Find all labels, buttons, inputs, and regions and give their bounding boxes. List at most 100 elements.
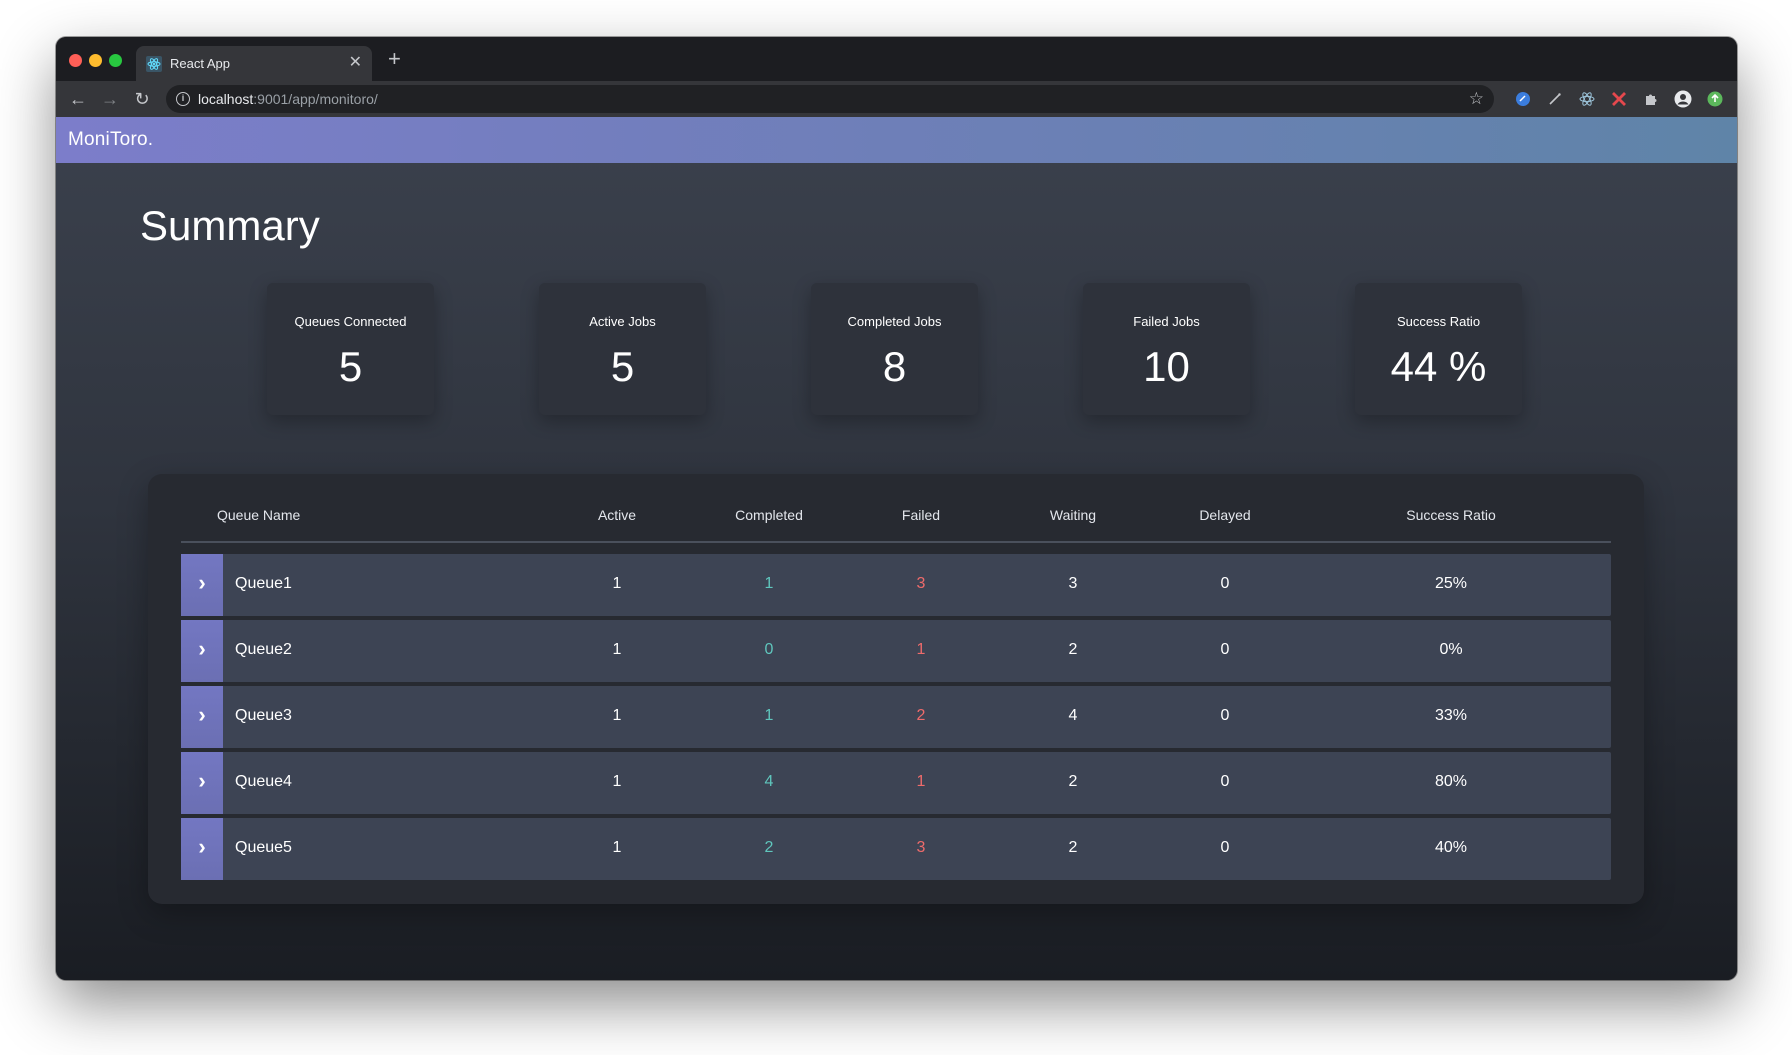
success-ratio: 25% <box>1434 575 1468 592</box>
react-logo-icon <box>146 56 162 72</box>
expand-chevron-icon[interactable]: › <box>181 686 223 748</box>
forward-arrow-icon[interactable]: → <box>98 87 122 111</box>
pen-icon[interactable] <box>1543 87 1567 111</box>
delayed-count: 0 <box>1220 773 1230 790</box>
update-available-icon[interactable] <box>1703 87 1727 111</box>
waiting-count: 2 <box>1068 773 1078 790</box>
red-x-extension-icon[interactable] <box>1607 87 1631 111</box>
browser-tab[interactable]: React App ✕ <box>136 46 372 81</box>
table-row[interactable]: › Queue2 1 0 1 2 0 0% <box>181 620 1611 682</box>
failed-count: 2 <box>916 707 926 724</box>
table-row[interactable]: › Queue5 1 2 3 2 0 40% <box>181 818 1611 880</box>
header-queue-name: Queue Name <box>217 507 301 523</box>
react-devtools-icon[interactable] <box>1575 87 1599 111</box>
completed-count: 0 <box>764 641 774 658</box>
failed-count: 3 <box>916 575 926 592</box>
card-label: Active Jobs <box>589 314 656 329</box>
expand-chevron-icon[interactable]: › <box>181 620 223 682</box>
card-value: 5 <box>610 343 635 390</box>
queue-name: Queue4 <box>235 773 292 790</box>
tab-strip: React App ✕ + <box>56 37 1737 81</box>
header-failed: Failed <box>901 507 941 523</box>
completed-count: 2 <box>764 839 774 856</box>
site-info-icon[interactable]: i <box>176 92 190 106</box>
queue-name: Queue2 <box>235 641 292 658</box>
url-host: localhost <box>198 91 254 107</box>
delayed-count: 0 <box>1220 707 1230 724</box>
bookmark-star-icon[interactable]: ☆ <box>1469 89 1484 109</box>
summary-card-success-ratio: Success Ratio 44 % <box>1355 283 1522 415</box>
close-tab-icon[interactable]: ✕ <box>349 54 362 72</box>
active-count: 1 <box>612 839 622 856</box>
header-active: Active <box>597 507 637 523</box>
card-value: 5 <box>338 343 363 390</box>
active-count: 1 <box>612 575 622 592</box>
queue-name: Queue1 <box>235 575 292 592</box>
address-bar[interactable]: i localhost:9001/app/monitoro/ ☆ <box>166 85 1494 113</box>
card-value: 44 % <box>1390 343 1487 390</box>
maximize-window-button[interactable] <box>109 54 122 67</box>
card-value: 10 <box>1143 343 1190 390</box>
queue-name: Queue5 <box>235 839 292 856</box>
card-label: Success Ratio <box>1396 314 1481 329</box>
delayed-count: 0 <box>1220 641 1230 658</box>
table-row[interactable]: › Queue4 1 4 1 2 0 80% <box>181 752 1611 814</box>
profile-avatar-icon[interactable] <box>1671 87 1695 111</box>
extension-blue-icon[interactable] <box>1511 87 1535 111</box>
card-label: Failed Jobs <box>1133 314 1200 329</box>
waiting-count: 2 <box>1068 839 1078 856</box>
success-ratio: 40% <box>1434 839 1468 856</box>
failed-count: 3 <box>916 839 926 856</box>
url-path: :9001/app/monitoro/ <box>253 91 378 107</box>
summary-card-queues-connected: Queues Connected 5 <box>267 283 434 415</box>
delayed-count: 0 <box>1220 839 1230 856</box>
failed-count: 1 <box>916 773 926 790</box>
expand-chevron-icon[interactable]: › <box>181 752 223 814</box>
summary-card-active-jobs: Active Jobs 5 <box>539 283 706 415</box>
success-ratio: 0% <box>1439 641 1463 658</box>
puzzle-extensions-icon[interactable] <box>1639 87 1663 111</box>
queue-name: Queue3 <box>235 707 292 724</box>
card-label: Queues Connected <box>294 314 407 329</box>
waiting-count: 2 <box>1068 641 1078 658</box>
completed-count: 4 <box>764 773 774 790</box>
page-title: Summary <box>140 202 320 249</box>
tab-title: React App <box>170 56 230 71</box>
table-row[interactable]: › Queue1 1 1 3 3 0 25% <box>181 554 1611 616</box>
card-label: Completed Jobs <box>847 314 942 329</box>
expand-chevron-icon[interactable]: › <box>181 554 223 616</box>
close-window-button[interactable] <box>69 54 82 67</box>
active-count: 1 <box>612 641 622 658</box>
minimize-window-button[interactable] <box>89 54 102 67</box>
success-ratio: 80% <box>1434 773 1468 790</box>
header-completed: Completed <box>735 507 803 523</box>
address-url: localhost:9001/app/monitoro/ <box>198 91 378 107</box>
success-ratio: 33% <box>1434 707 1468 724</box>
waiting-count: 3 <box>1068 575 1078 592</box>
card-value: 8 <box>882 343 907 390</box>
reload-icon[interactable]: ↻ <box>130 87 154 111</box>
table-header: Queue Name Active Completed Failed Waiti… <box>181 474 1611 543</box>
expand-chevron-icon[interactable]: › <box>181 818 223 880</box>
app-viewport: MoniToro. Summary Queues Connected 5 Act… <box>56 117 1737 980</box>
completed-count: 1 <box>764 707 774 724</box>
browser-toolbar: ← → ↻ i localhost:9001/app/monitoro/ ☆ <box>56 81 1737 117</box>
delayed-count: 0 <box>1220 575 1230 592</box>
brand-logo[interactable]: MoniToro. <box>68 129 153 151</box>
completed-count: 1 <box>764 575 774 592</box>
new-tab-icon[interactable]: + <box>388 47 401 71</box>
queues-table: Queue Name Active Completed Failed Waiti… <box>148 474 1644 904</box>
header-delayed: Delayed <box>1199 507 1251 523</box>
app-header: MoniToro. <box>56 117 1737 163</box>
header-waiting: Waiting <box>1049 507 1097 523</box>
summary-card-completed-jobs: Completed Jobs 8 <box>811 283 978 415</box>
header-success-ratio: Success Ratio <box>1406 507 1496 523</box>
browser-window: React App ✕ + ← → ↻ i localhost:9001/app… <box>56 37 1737 980</box>
active-count: 1 <box>612 707 622 724</box>
back-arrow-icon[interactable]: ← <box>66 87 90 111</box>
summary-card-failed-jobs: Failed Jobs 10 <box>1083 283 1250 415</box>
waiting-count: 4 <box>1068 707 1078 724</box>
active-count: 1 <box>612 773 622 790</box>
failed-count: 1 <box>916 641 926 658</box>
table-row[interactable]: › Queue3 1 1 2 4 0 33% <box>181 686 1611 748</box>
